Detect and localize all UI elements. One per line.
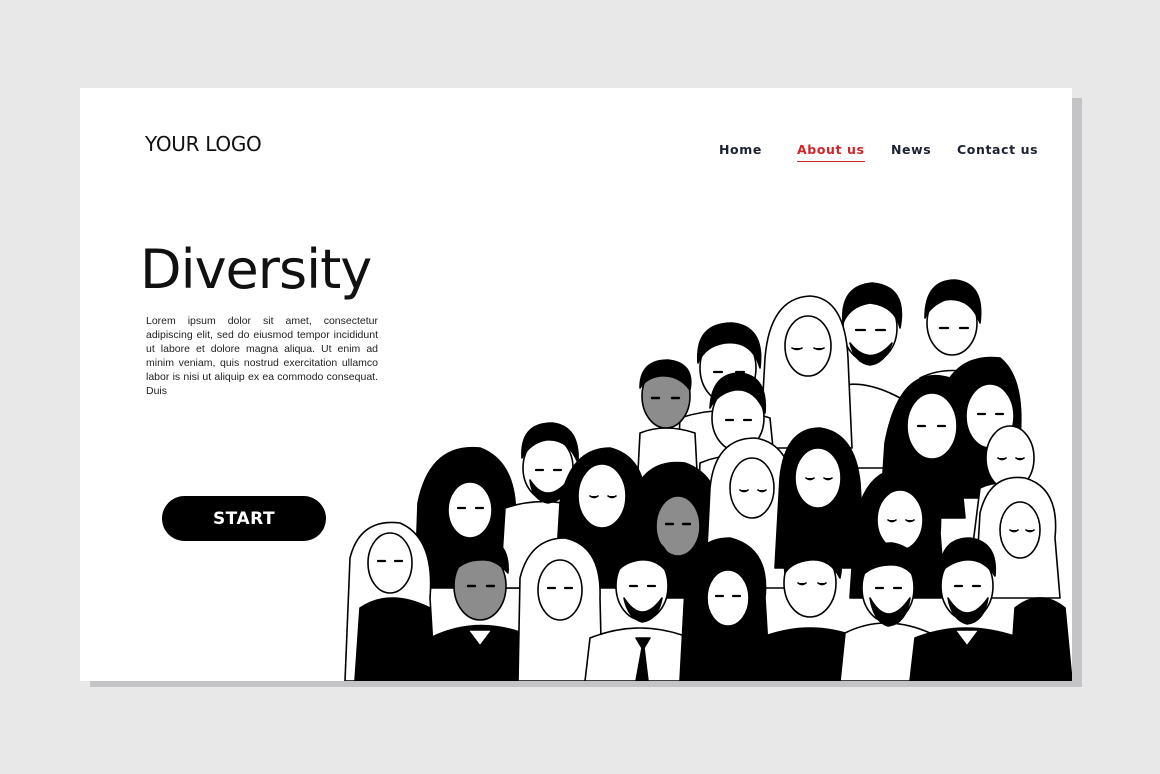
hero-title: Diversity	[140, 238, 372, 301]
person-blonde-woman-top	[759, 295, 853, 449]
crowd-illustration	[344, 279, 1072, 681]
landing-page: YOUR LOGO Home About us News Contact us …	[80, 88, 1072, 681]
main-nav: Home About us News Contact us	[80, 142, 1072, 164]
nav-item-about-us[interactable]: About us	[797, 142, 865, 162]
person-blonde-woman-front-left	[344, 521, 436, 681]
person-woman-black-right-edge	[1009, 597, 1072, 681]
nav-item-news[interactable]: News	[891, 142, 931, 157]
nav-item-contact-us[interactable]: Contact us	[957, 142, 1038, 157]
person-woman-hijab-front	[679, 537, 771, 681]
start-button[interactable]: START	[162, 496, 326, 541]
nav-item-home[interactable]: Home	[719, 142, 762, 157]
